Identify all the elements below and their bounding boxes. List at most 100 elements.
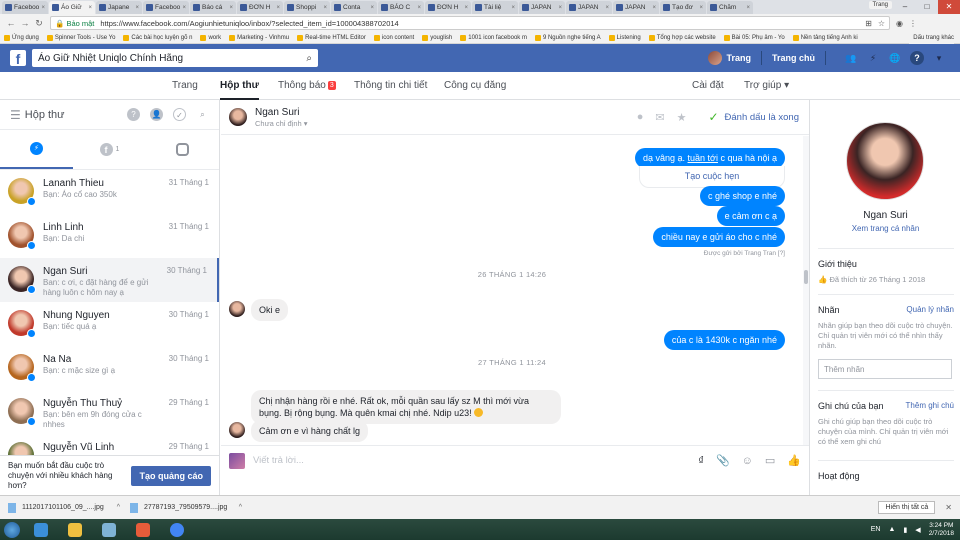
star-icon[interactable]: ★ (677, 111, 687, 124)
facebook-logo-icon[interactable]: f (10, 50, 26, 67)
currency-icon[interactable]: ₫ (698, 455, 704, 467)
bookmark-item[interactable]: youglish (422, 34, 452, 41)
clock[interactable]: 3:24 PM 2/7/2018 (929, 522, 954, 538)
close-tab-icon[interactable]: × (746, 5, 750, 11)
globe-icon[interactable]: 🌐 (888, 51, 902, 65)
thread-item[interactable]: Nhung Nguyen Bạn: tiếc quá ạ 30 Tháng 1 (0, 302, 219, 346)
add-label-input[interactable]: Thêm nhãn (818, 359, 952, 379)
minimize-button[interactable]: – (894, 0, 916, 14)
assign-dropdown[interactable]: Chưa chỉ định ▾ (255, 119, 308, 128)
taskbar-app[interactable] (92, 519, 126, 540)
browser-tab[interactable]: ĐƠN H × (425, 1, 471, 14)
show-all-downloads-button[interactable]: Hiển thị tất cả (878, 501, 936, 514)
maximize-button[interactable]: □ (916, 0, 938, 14)
mark-done-button[interactable]: ✓ Đánh dấu là xong (708, 110, 799, 124)
avatar[interactable] (708, 51, 723, 65)
url-bar[interactable]: 🔒 Bảo mật https://www.facebook.com/Aogiu… (50, 16, 890, 30)
taskbar-app[interactable] (58, 519, 92, 540)
search-icon[interactable]: ⌕ (306, 53, 312, 64)
taskbar-app[interactable] (160, 519, 194, 540)
bookmark-star-icon[interactable]: ☆ (878, 19, 885, 28)
thread-item[interactable]: Nguyễn Thu Thuỷ Bạn: bên em 9h đóng cửa c… (0, 390, 219, 434)
bookmark-item[interactable]: Ứng dụng (4, 34, 39, 41)
thread-item[interactable]: Na Na Bạn: c mặc size gì ạ 30 Tháng 1 (0, 346, 219, 390)
close-tab-icon[interactable]: × (464, 5, 468, 11)
close-tab-icon[interactable]: × (417, 5, 421, 11)
chat-check-icon[interactable]: ✓ (173, 108, 186, 121)
other-bookmarks[interactable]: Dấu trang khác (909, 32, 954, 44)
help-icon[interactable]: ? (910, 51, 924, 65)
browser-tab[interactable]: JAPAN × (519, 1, 565, 14)
help-icon[interactable]: ? (127, 108, 140, 121)
close-tab-icon[interactable]: × (135, 5, 139, 11)
menu-icon[interactable]: ⋮ (909, 19, 917, 28)
alert-icon[interactable]: ● (637, 111, 644, 123)
close-tab-icon[interactable]: × (558, 5, 562, 11)
browser-tab[interactable]: Báo cá × (190, 1, 236, 14)
thread-item[interactable]: Lananh Thieu Bạn: Áo cổ cao 350k 31 Tháng … (0, 170, 219, 214)
hamburger-icon[interactable]: ☰ (10, 108, 21, 122)
close-tab-icon[interactable]: × (323, 5, 327, 11)
home-link[interactable]: Trang chủ (772, 53, 815, 63)
thread-item[interactable]: Linh Linh Bạn: Da chi 31 Tháng 1 (0, 214, 219, 258)
back-icon[interactable]: ← (4, 18, 18, 28)
taskbar-app[interactable] (24, 519, 58, 540)
close-tab-icon[interactable]: × (699, 5, 703, 11)
taskbar-app[interactable] (126, 519, 160, 540)
browser-tab[interactable]: Japane × (96, 1, 142, 14)
reload-icon[interactable]: ↻ (32, 18, 46, 29)
create-ad-button[interactable]: Tạo quảng cáo (131, 465, 211, 486)
close-icon[interactable]: ✕ (945, 503, 952, 512)
bookmark-item[interactable]: Các bài học luyện gõ n (123, 34, 192, 41)
manage-labels-link[interactable]: Quản lý nhãn (906, 305, 954, 315)
close-window-button[interactable]: ✕ (938, 0, 960, 14)
create-appointment-button[interactable]: Tạo cuộc hẹn (639, 166, 785, 188)
volume-icon[interactable]: ◀ (915, 526, 920, 534)
browser-tab[interactable]: Conta × (331, 1, 377, 14)
bookmark-item[interactable]: Listening (608, 34, 641, 41)
saved-reply-icon[interactable]: ▭ (765, 454, 775, 467)
forward-icon[interactable]: → (18, 18, 32, 28)
close-tab-icon[interactable]: × (88, 5, 92, 11)
tab-inbox[interactable]: Hộp thư (220, 72, 259, 100)
mail-icon[interactable]: ✉ (655, 111, 664, 124)
download-item[interactable]: 27787193_79509579....jpg ^ (130, 502, 242, 513)
bookmark-item[interactable]: Bài 05: Phụ âm - Yo (723, 34, 785, 41)
view-profile-link[interactable]: Xem trang cá nhân (810, 224, 960, 233)
profile-photo[interactable] (846, 122, 924, 200)
language-indicator[interactable]: EN (871, 526, 881, 533)
browser-tab[interactable]: JAPAN × (566, 1, 612, 14)
tab-facebook-comments[interactable]: f1 (73, 130, 146, 169)
bookmark-item[interactable]: work (200, 34, 221, 41)
tab-instagram[interactable] (146, 130, 219, 169)
friends-icon[interactable]: 👥 (844, 51, 858, 65)
attach-icon[interactable]: 📎 (716, 454, 730, 467)
browser-tab[interactable]: Shoppi × (284, 1, 330, 14)
search-input[interactable]: Áo Giữ Nhiệt Uniqlo Chính Hãng ⌕ (32, 49, 318, 67)
browser-tab[interactable]: Faceboo × (143, 1, 189, 14)
settings-link[interactable]: Cài đặt (692, 72, 724, 100)
start-button[interactable] (0, 519, 24, 540)
emoji-picker-icon[interactable]: ☺ (742, 455, 753, 467)
reply-input[interactable]: Viết trả lời... (253, 455, 698, 466)
browser-tab[interactable]: Tạo đơ × (660, 1, 706, 14)
browser-tab[interactable]: Áo Giữ × (49, 1, 95, 14)
tab-messenger[interactable]: ⚡ (0, 130, 73, 169)
tab-publishing-tools[interactable]: Công cụ đăng (444, 72, 506, 100)
tab-page[interactable]: Trang (172, 72, 198, 100)
download-item[interactable]: 1112017101106_09_....jpg ^ (8, 502, 120, 513)
bookmark-item[interactable]: 9 Nguồn nghe tiếng A (534, 34, 601, 41)
close-tab-icon[interactable]: × (511, 5, 515, 11)
close-tab-icon[interactable]: × (182, 5, 186, 11)
add-note-link[interactable]: Thêm ghi chú (906, 401, 954, 411)
profile-link[interactable]: Trang (726, 53, 751, 63)
close-tab-icon[interactable]: × (229, 5, 233, 11)
like-icon[interactable]: 👍 (787, 454, 801, 467)
messenger-icon[interactable]: ⚡ (866, 51, 880, 65)
browser-tab[interactable]: Tài liệ × (472, 1, 518, 14)
thread-item[interactable]: Ngan Suri Ban: c ơi, c đặt hàng để e gửi … (0, 258, 219, 302)
browser-tab[interactable]: BÁO C × (378, 1, 424, 14)
bookmark-item[interactable]: Tổng hợp các website (648, 34, 716, 41)
translate-icon[interactable]: ⊞ (865, 19, 872, 28)
avatar[interactable] (229, 301, 245, 317)
